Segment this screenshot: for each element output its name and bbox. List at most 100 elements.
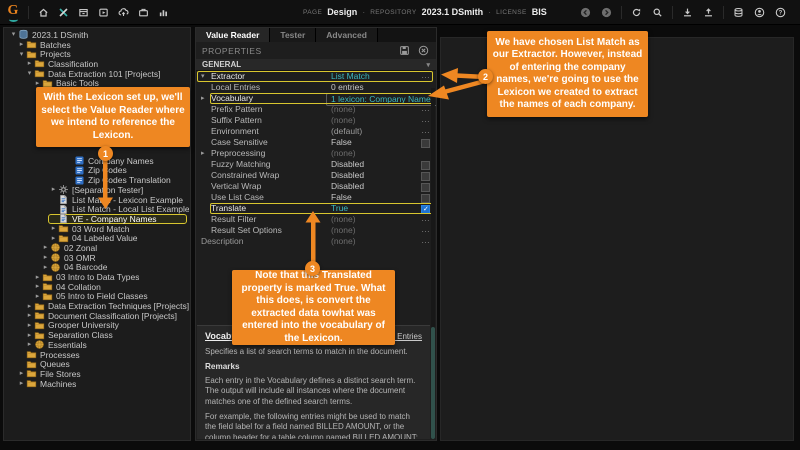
tree-item[interactable]: ▸Classification (24, 59, 190, 69)
ellipsis-button[interactable]: … (421, 71, 430, 80)
expand-icon[interactable]: ▸ (201, 93, 205, 104)
tree-item[interactable]: ▸Essentials (24, 340, 190, 350)
tree-item[interactable]: ▸Machines (16, 379, 190, 389)
expand-icon[interactable]: ▸ (25, 60, 34, 67)
expand-icon[interactable]: ▸ (33, 293, 42, 300)
forward-icon[interactable] (600, 6, 613, 19)
property-value[interactable]: (none) (331, 115, 356, 126)
property-value[interactable]: False (331, 192, 352, 203)
ellipsis-button[interactable]: … (421, 115, 430, 124)
property-value[interactable]: (none) (331, 214, 356, 225)
property-value[interactable]: (none) (331, 104, 356, 115)
expand-icon[interactable]: ▸ (33, 80, 42, 87)
properties-scrollbar[interactable] (431, 88, 435, 439)
tree-item[interactable]: ▸Batches (16, 40, 190, 50)
grooper-logo[interactable]: G (0, 2, 26, 22)
collapse-icon[interactable]: ▾ (9, 31, 18, 38)
expand-icon[interactable]: ▸ (33, 274, 42, 281)
property-row[interactable]: Vertical WrapDisabled (196, 181, 436, 192)
property-row[interactable]: Result Filter(none)… (196, 214, 436, 225)
expand-icon[interactable]: ▸ (49, 235, 58, 242)
help-icon[interactable]: ? (774, 6, 787, 19)
property-value[interactable]: Disabled (331, 159, 364, 170)
tab-tester[interactable]: Tester (270, 28, 316, 42)
tab-value-reader[interactable]: Value Reader (196, 28, 270, 42)
expand-icon[interactable]: ▸ (25, 303, 34, 310)
checkbox-unchecked[interactable] (421, 161, 430, 170)
tree-item[interactable]: ▸04 Barcode (40, 263, 190, 273)
breadcrumb-page-value[interactable]: Design (327, 7, 357, 17)
property-row[interactable]: ▸Preprocessing(none) (196, 148, 436, 159)
batches-icon[interactable] (77, 6, 90, 19)
property-value[interactable]: (default) (331, 126, 362, 137)
expand-icon[interactable]: ▸ (41, 254, 50, 261)
tree-item[interactable]: ▸[Separation Tester] (48, 185, 190, 195)
save-icon[interactable] (398, 44, 411, 57)
expand-icon[interactable]: ▸ (17, 380, 26, 387)
property-value[interactable]: True (331, 203, 348, 214)
expand-icon[interactable]: ▸ (49, 225, 58, 232)
property-row[interactable]: Result Set Options(none)… (196, 225, 436, 236)
collapse-icon[interactable]: ▾ (201, 71, 205, 82)
ellipsis-button[interactable]: … (421, 126, 430, 135)
ellipsis-button[interactable]: … (421, 236, 430, 245)
section-general[interactable]: GENERAL ▾ (196, 59, 436, 71)
tree-item[interactable]: ▸05 Intro to Field Classes (32, 292, 190, 302)
expand-icon[interactable]: ▸ (41, 244, 50, 251)
ellipsis-button[interactable]: … (421, 214, 430, 223)
property-row[interactable]: Prefix Pattern(none)… (196, 104, 436, 115)
tree-item[interactable]: Processes (16, 350, 190, 360)
property-row[interactable]: Use List CaseFalse (196, 192, 436, 203)
database-icon[interactable] (732, 6, 745, 19)
user-icon[interactable] (753, 6, 766, 19)
tree-item[interactable]: ▸04 Collation (32, 282, 190, 292)
tree-item[interactable]: ▸Grooper University (24, 321, 190, 331)
property-value[interactable]: False (331, 137, 352, 148)
tree-item[interactable]: ▸04 Labeled Value (48, 233, 190, 243)
property-row[interactable]: Environment(default)… (196, 126, 436, 137)
checkbox-unchecked[interactable] (421, 183, 430, 192)
import-icon[interactable] (117, 6, 130, 19)
property-row[interactable]: Description(none)… (196, 236, 436, 247)
property-row[interactable]: Local Entries0 entries (196, 82, 436, 93)
tools-icon[interactable] (57, 6, 70, 19)
tree-item[interactable]: ▸03 OMR (40, 253, 190, 263)
tree-item[interactable]: ▸File Stores (16, 369, 190, 379)
jobs-icon[interactable] (137, 6, 150, 19)
stats-icon[interactable] (157, 6, 170, 19)
expand-icon[interactable]: ▸ (25, 312, 34, 319)
property-row[interactable]: ▸Vocabulary1 lexicon: Company Names (196, 93, 436, 104)
tree-item[interactable]: Zip Codes Translation (64, 175, 190, 185)
expand-icon[interactable]: ▸ (201, 148, 205, 159)
expand-icon[interactable]: ▸ (41, 264, 50, 271)
tab-advanced[interactable]: Advanced (316, 28, 378, 42)
property-row[interactable]: Suffix Pattern(none)… (196, 115, 436, 126)
tree-item[interactable]: ▸Document Classification [Projects] (24, 311, 190, 321)
property-row[interactable]: Case SensitiveFalse (196, 137, 436, 148)
checkbox-unchecked[interactable] (421, 194, 430, 203)
back-icon[interactable] (579, 6, 592, 19)
tree-item[interactable]: ▸03 Intro to Data Types (32, 272, 190, 282)
property-value[interactable]: (none) (331, 236, 356, 247)
tasks-icon[interactable] (97, 6, 110, 19)
property-value[interactable]: (none) (331, 148, 356, 159)
ellipsis-button[interactable]: … (421, 104, 430, 113)
tree-item[interactable]: List Match - Lexicon Example (48, 195, 190, 205)
collapse-icon[interactable]: ▾ (25, 70, 34, 77)
property-value[interactable]: Disabled (331, 181, 364, 192)
property-row[interactable]: Fuzzy MatchingDisabled (196, 159, 436, 170)
property-value[interactable]: Disabled (331, 170, 364, 181)
checkbox-unchecked[interactable] (421, 139, 430, 148)
expand-icon[interactable]: ▸ (25, 341, 34, 348)
expand-icon[interactable]: ▸ (25, 322, 34, 329)
expand-icon[interactable]: ▸ (25, 332, 34, 339)
tree-item[interactable]: ▸02 Zonal (40, 243, 190, 253)
close-icon[interactable] (417, 44, 430, 57)
tree-item[interactable]: ▸Data Extraction Techniques [Projects] (24, 301, 190, 311)
home-icon[interactable] (37, 6, 50, 19)
collapse-icon[interactable]: ▾ (17, 51, 26, 58)
ellipsis-button[interactable]: … (421, 225, 430, 234)
property-value[interactable]: (none) (331, 225, 356, 236)
expand-icon[interactable]: ▸ (33, 283, 42, 290)
upload-icon[interactable] (702, 6, 715, 19)
